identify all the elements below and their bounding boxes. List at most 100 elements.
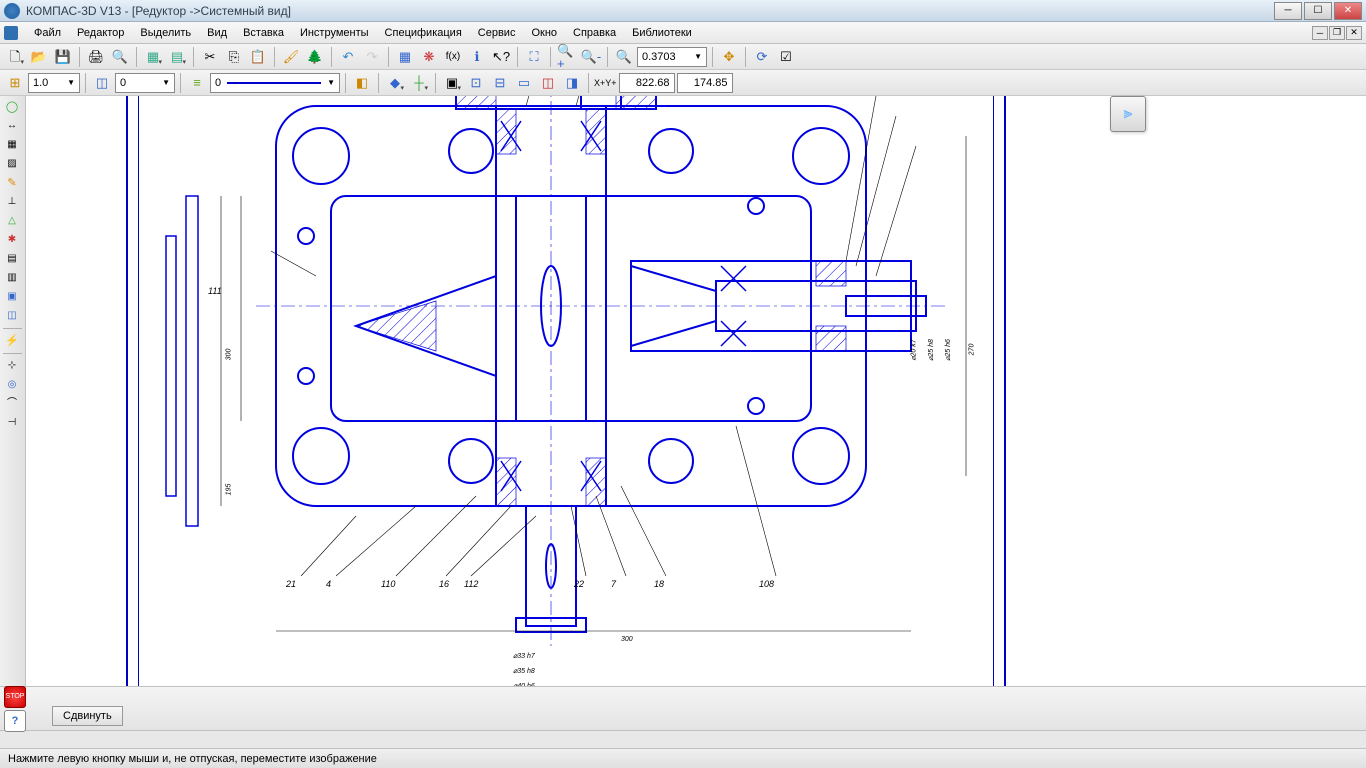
zoom-out-button[interactable]: 🔍- xyxy=(580,46,602,68)
copy-button[interactable]: ⎘ xyxy=(223,46,245,68)
stop-button[interactable]: STOP xyxy=(4,686,26,708)
lt-geometry[interactable]: ◯ xyxy=(1,98,23,116)
mdi-restore[interactable]: ❐ xyxy=(1329,26,1345,40)
lt-designation[interactable]: ▦ xyxy=(1,136,23,154)
manager-button[interactable]: ▦ xyxy=(394,46,416,68)
separator xyxy=(193,47,194,67)
x-coord-input[interactable] xyxy=(619,73,675,93)
cut-button[interactable]: ✂ xyxy=(199,46,221,68)
doc2-button[interactable]: ▤▾ xyxy=(166,46,188,68)
callout-110: 110 xyxy=(381,579,395,589)
menu-service[interactable]: Сервис xyxy=(470,25,524,41)
lt-hatch[interactable]: ▨ xyxy=(1,155,23,173)
combo1[interactable]: 1.0▼ xyxy=(28,73,80,93)
menu-view[interactable]: Вид xyxy=(199,25,235,41)
dim-r2: ⌀25 h8 xyxy=(927,339,935,361)
lt-lib[interactable]: ⚡ xyxy=(1,332,23,350)
lt-dim[interactable]: ↔ xyxy=(1,117,23,135)
menu-libs[interactable]: Библиотеки xyxy=(624,25,700,41)
dim-left1: 300 xyxy=(225,349,232,361)
open-button[interactable]: 📂 xyxy=(28,46,50,68)
separator xyxy=(79,47,80,67)
menu-spec[interactable]: Спецификация xyxy=(377,25,470,41)
s4-button[interactable]: ▣▾ xyxy=(441,72,463,94)
s2-button[interactable]: ◆▾ xyxy=(384,72,406,94)
style-button[interactable]: ≡ xyxy=(186,72,208,94)
doc1-button[interactable]: ▦▾ xyxy=(142,46,164,68)
separator xyxy=(274,47,275,67)
s9-button[interactable]: ◨ xyxy=(561,72,583,94)
separator xyxy=(136,47,137,67)
help-button[interactable]: ℹ xyxy=(466,46,488,68)
new-button[interactable]: 🗋▾ xyxy=(4,46,26,68)
zoom-combo[interactable]: 0.3703▼ xyxy=(637,47,707,67)
pan-command-tab[interactable]: Сдвинуть xyxy=(52,706,123,726)
mdi-controls: ─ ❐ ✕ xyxy=(1312,26,1362,40)
zoom-window-button[interactable]: 🔍 xyxy=(613,46,635,68)
menu-edit[interactable]: Редактор xyxy=(69,25,132,41)
lt-views[interactable]: ▣ xyxy=(1,288,23,306)
s1-button[interactable]: ◧ xyxy=(351,72,373,94)
paste-button[interactable]: 📋 xyxy=(247,46,269,68)
redo-button[interactable]: ↷ xyxy=(361,46,383,68)
combo2[interactable]: 0▼ xyxy=(115,73,175,93)
s7-button[interactable]: ▭ xyxy=(513,72,535,94)
dim-bottom: 300 xyxy=(621,636,633,643)
menu-tools[interactable]: Инструменты xyxy=(292,25,377,41)
prop-button[interactable]: 🖌 xyxy=(280,46,302,68)
layer-button[interactable]: ◫ xyxy=(91,72,113,94)
maximize-button[interactable]: ☐ xyxy=(1304,2,1332,20)
combo3[interactable]: 0▼ xyxy=(210,73,340,93)
fx-button[interactable]: f(x) xyxy=(442,46,464,68)
zoom-in-button[interactable]: 🔍+ xyxy=(556,46,578,68)
lt-insert[interactable]: ◫ xyxy=(1,307,23,325)
vars-button[interactable]: ❋ xyxy=(418,46,440,68)
close-button[interactable]: ✕ xyxy=(1334,2,1362,20)
lt-line[interactable]: ◎ xyxy=(1,376,23,394)
menu-window[interactable]: Окно xyxy=(523,25,565,41)
mdi-close[interactable]: ✕ xyxy=(1346,26,1362,40)
lt-measure[interactable]: △ xyxy=(1,212,23,230)
separator xyxy=(345,73,346,93)
preview-button[interactable]: 🔍 xyxy=(109,46,131,68)
separator xyxy=(588,73,589,93)
lt-spec[interactable]: ▤ xyxy=(1,250,23,268)
drawing-canvas[interactable]: КПДМ и ОК 02. 09. Разраб Пров Редуктор к… xyxy=(26,96,1366,686)
lt-param[interactable]: ⊥ xyxy=(1,193,23,211)
undo-button[interactable]: ↶ xyxy=(337,46,359,68)
lt-select[interactable]: ✱ xyxy=(1,231,23,249)
lt-edit[interactable]: ✎ xyxy=(1,174,23,192)
callout-21: 21 xyxy=(286,579,296,589)
refresh-button[interactable]: ⟳ xyxy=(751,46,773,68)
menu-select[interactable]: Выделить xyxy=(132,25,199,41)
tree-button[interactable]: 🌲 xyxy=(304,46,326,68)
y-coord-input[interactable] xyxy=(677,73,733,93)
context-help-button[interactable]: ? xyxy=(4,710,26,732)
s6-button[interactable]: ⊟ xyxy=(489,72,511,94)
lt-end[interactable]: ⊣ xyxy=(1,414,23,432)
print-button[interactable]: 🖨 xyxy=(85,46,107,68)
dim-right: 270 xyxy=(968,344,975,356)
lt-report[interactable]: ▥ xyxy=(1,269,23,287)
grid-button[interactable]: ⊞ xyxy=(4,72,26,94)
s8-button[interactable]: ◫ xyxy=(537,72,559,94)
minimize-button[interactable]: ─ xyxy=(1274,2,1302,20)
save-button[interactable]: 💾 xyxy=(52,46,74,68)
lt-point[interactable]: ⊹ xyxy=(1,357,23,375)
menu-insert[interactable]: Вставка xyxy=(235,25,292,41)
what-button[interactable]: ↖? xyxy=(490,46,512,68)
mdi-minimize[interactable]: ─ xyxy=(1312,26,1328,40)
pan-button[interactable]: ✥ xyxy=(718,46,740,68)
y-label: Y+ xyxy=(605,78,616,88)
separator xyxy=(3,353,22,354)
zoom-fit-button[interactable]: ⛶ xyxy=(523,46,545,68)
s5-button[interactable]: ⊡ xyxy=(465,72,487,94)
lt-arc[interactable]: ⌒ xyxy=(1,395,23,413)
floating-panel[interactable]: ⫸ xyxy=(1110,96,1146,132)
toggle-button[interactable]: ☑ xyxy=(775,46,797,68)
toolbar-properties: ⊞ 1.0▼ ◫ 0▼ ≡ 0▼ ◧ ◆▾ ┼▾ ▣▾ ⊡ ⊟ ▭ ◫ ◨ X+… xyxy=(0,70,1366,96)
menu-file[interactable]: Файл xyxy=(26,25,69,41)
s3-button[interactable]: ┼▾ xyxy=(408,72,430,94)
menu-help[interactable]: Справка xyxy=(565,25,624,41)
callout-18: 18 xyxy=(654,579,664,589)
